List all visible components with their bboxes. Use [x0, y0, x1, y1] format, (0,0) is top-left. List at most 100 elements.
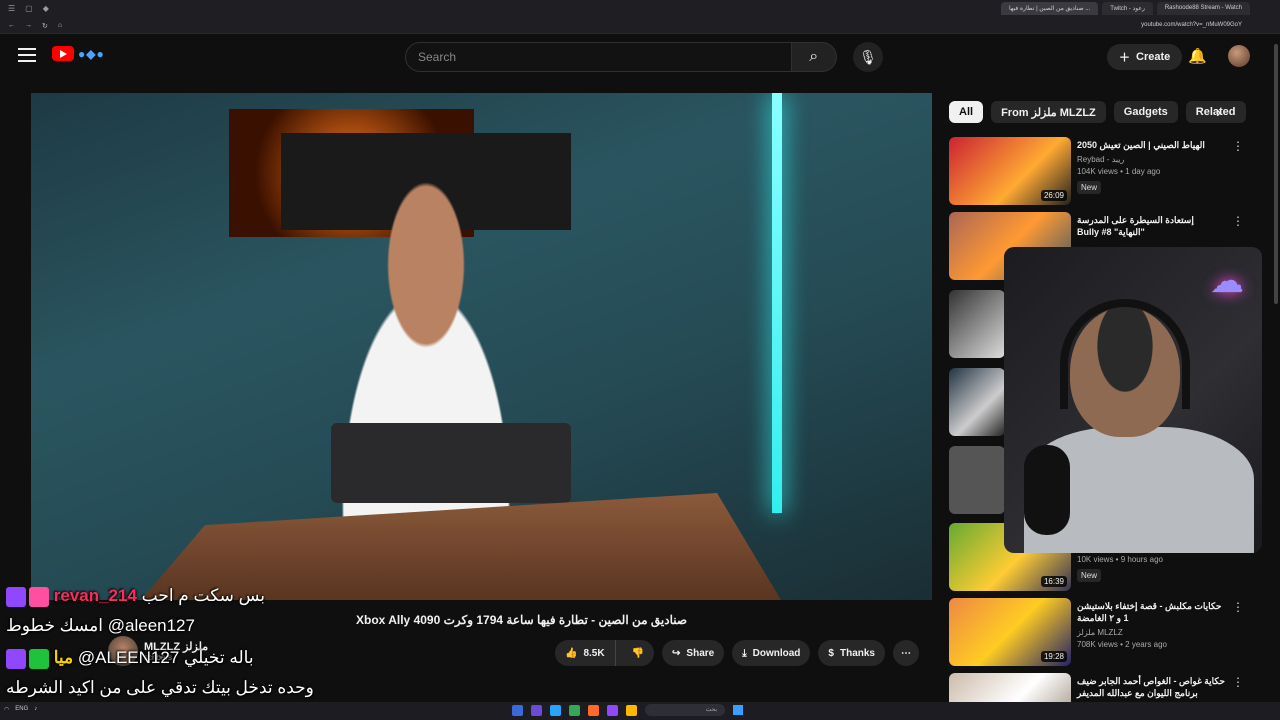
search-bar: Search ⌕ [405, 42, 837, 72]
thanks-button[interactable]: $ Thanks [818, 640, 885, 666]
twitch-chat-overlay: revan_214 بس سكت م احب امسك خطوط @aleen1… [0, 582, 440, 702]
app-icon[interactable] [588, 704, 599, 716]
notifications-bell-icon[interactable]: 🔔 [1188, 47, 1207, 65]
chevron-right-icon[interactable]: › [1216, 104, 1221, 122]
recommendation-item[interactable] [949, 446, 1005, 516]
menu-icon[interactable]: ☰ [8, 4, 15, 13]
hamburger-menu-icon[interactable] [18, 48, 36, 62]
thumbs-up-icon: 👍 [565, 647, 578, 659]
recommendation-thumbnail[interactable] [949, 290, 1005, 358]
recommendation-title[interactable]: الهياط الصيني | الصين تعيش 2050 [1077, 139, 1227, 151]
recommendation-thumbnail[interactable] [949, 368, 1005, 436]
recommendation-thumbnail[interactable]: 19:28 [949, 598, 1071, 666]
folder-icon[interactable] [626, 704, 637, 716]
recommendation-item[interactable]: 26:09 الهياط الصيني | الصين تعيش 2050 Re… [949, 137, 1249, 207]
create-button[interactable]: ＋ Create [1107, 44, 1183, 70]
address-bar: ← → ↻ ⌂ youtube.com/watch?v=_nMuW09GoY [0, 18, 1280, 34]
reload-icon[interactable]: ↻ [42, 22, 48, 30]
taskbar-search[interactable]: بحث [645, 704, 725, 716]
thumbs-down-icon: 👎 [631, 647, 645, 659]
more-options-icon[interactable]: ⋮ [1232, 675, 1244, 689]
windows-start-icon[interactable] [733, 705, 743, 715]
forward-icon[interactable]: → [25, 22, 32, 30]
tab-stream[interactable]: Rashoode88 Stream - Watch [1156, 2, 1250, 15]
recommendation-meta: 10K views • 9 hours ago [1077, 555, 1163, 564]
recommendation-title[interactable]: إستعادة السيطرة على المدرسة "النهاية" Bu… [1077, 214, 1227, 238]
recommendation-title[interactable]: حكايات مكلبش - قصة إختفاء بلاستيشن 1 و ٢… [1077, 600, 1227, 624]
chip-all[interactable]: All [949, 101, 984, 123]
page-scrollbar[interactable] [1272, 34, 1280, 702]
plus-icon: ＋ [1119, 52, 1130, 64]
recommendation-meta: 104K views • 1 day ago [1077, 167, 1161, 176]
channel-subscribers: scribers [144, 653, 173, 662]
new-badge: New [1077, 181, 1102, 194]
create-label: Create [1136, 51, 1171, 63]
app-icon[interactable] [550, 704, 561, 716]
more-options-icon[interactable]: ⋮ [1232, 139, 1244, 153]
more-options-icon[interactable]: ⋮ [1232, 214, 1244, 228]
recommendation-channel[interactable]: Reybad - ريبد [1077, 155, 1124, 164]
recommendation-item[interactable]: حكاية غواص - الغواص أحمد الجابر ضيف برنا… [949, 673, 1249, 702]
chip-from-channel[interactable]: From ملزلز MLZLZ [991, 101, 1106, 123]
thanks-label: Thanks [839, 647, 875, 659]
app-icon[interactable] [512, 704, 523, 716]
volume-icon[interactable]: ♪ [34, 706, 37, 713]
language-indicator[interactable]: ENG [15, 706, 28, 713]
search-input[interactable]: Search [405, 42, 792, 72]
recommendation-thumbnail[interactable] [949, 673, 1071, 702]
like-dislike-group: 👍 8.5K 👎 [555, 640, 655, 666]
download-icon: ⤓ [742, 647, 747, 659]
home-icon[interactable]: ⌂ [58, 22, 62, 30]
os-taskbar: ◠ ENG ♪ بحث [0, 702, 1280, 720]
tab-icon[interactable]: ▢ [25, 4, 33, 13]
share-label: Share [686, 647, 715, 659]
recommendation-item[interactable]: 19:28 حكايات مكلبش - قصة إختفاء بلاستيشن… [949, 598, 1249, 668]
more-options-icon[interactable]: ⋮ [1232, 600, 1244, 614]
chip-gadgets[interactable]: Gadgets [1113, 101, 1178, 123]
chat-message: امسك خطوط @aleen127 [6, 616, 195, 636]
app-icon[interactable] [607, 704, 618, 716]
like-button[interactable]: 👍 8.5K [555, 640, 616, 666]
url-field[interactable]: youtube.com/watch?v=_nMuW09GoY [1141, 22, 1242, 28]
scrollbar-thumb[interactable] [1274, 44, 1278, 304]
tab-youtube[interactable]: صناديق من الصين | تطارة فيها ... [1001, 2, 1099, 15]
channel-avatar[interactable] [108, 636, 138, 666]
share-button[interactable]: ↪ Share [662, 640, 725, 666]
search-icon[interactable]: ⌕ [791, 42, 837, 72]
twitch-badge-icon [6, 586, 26, 607]
duration-badge: 19:28 [1040, 651, 1067, 662]
tab-twitch[interactable]: Twitch - رعود [1102, 2, 1153, 15]
account-avatar[interactable] [1228, 45, 1250, 67]
app-icon[interactable] [531, 704, 542, 716]
chrome-icon[interactable] [569, 704, 580, 716]
dislike-button[interactable]: 👎 [622, 640, 654, 666]
chat-message: وحده تدخل بيتك تدقي على من اكيد الشرطه [6, 678, 314, 698]
youtube-play-icon [52, 46, 74, 61]
duration-badge: 26:09 [1040, 190, 1067, 201]
recommendation-item[interactable] [949, 368, 1005, 438]
download-label: Download [752, 647, 801, 659]
video-player[interactable] [31, 93, 932, 600]
recommendation-thumbnail[interactable]: 26:09 [949, 137, 1071, 205]
channel-info: MLZLZ ملزلز scribers [108, 636, 208, 666]
microphone-icon[interactable]: 🎙 [853, 42, 883, 72]
youtube-header: ●◆● Search ⌕ 🎙 ＋ Create 🔔 [0, 34, 1280, 80]
back-icon[interactable]: ← [8, 22, 15, 30]
vip-badge-icon [29, 648, 49, 669]
video-actions: 👍 8.5K 👎 ↪ Share ⤓ Download $ Thanks ⋯ [555, 640, 919, 666]
recommendation-meta: 708K views • 2 years ago [1077, 640, 1167, 649]
recommendation-thumbnail[interactable] [949, 446, 1005, 514]
video-neon-light [772, 93, 782, 513]
wifi-icon[interactable]: ◠ [4, 706, 9, 713]
youtube-logo[interactable]: ●◆● [52, 46, 105, 61]
streamer-webcam: ☁ [1004, 247, 1262, 553]
nav-buttons: ← → ↻ ⌂ [0, 22, 62, 30]
channel-name[interactable]: MLZLZ ملزلز [144, 640, 208, 653]
like-count: 8.5K [583, 647, 605, 659]
recommendation-title[interactable]: حكاية غواص - الغواص أحمد الجابر ضيف برنا… [1077, 675, 1227, 699]
more-actions-icon[interactable]: ⋯ [893, 640, 919, 666]
recommendation-item[interactable] [949, 290, 1005, 360]
extension-icon[interactable]: ◆ [43, 4, 49, 13]
recommendation-channel[interactable]: ملزلز MLZLZ [1077, 628, 1123, 637]
download-button[interactable]: ⤓ Download [732, 640, 811, 666]
